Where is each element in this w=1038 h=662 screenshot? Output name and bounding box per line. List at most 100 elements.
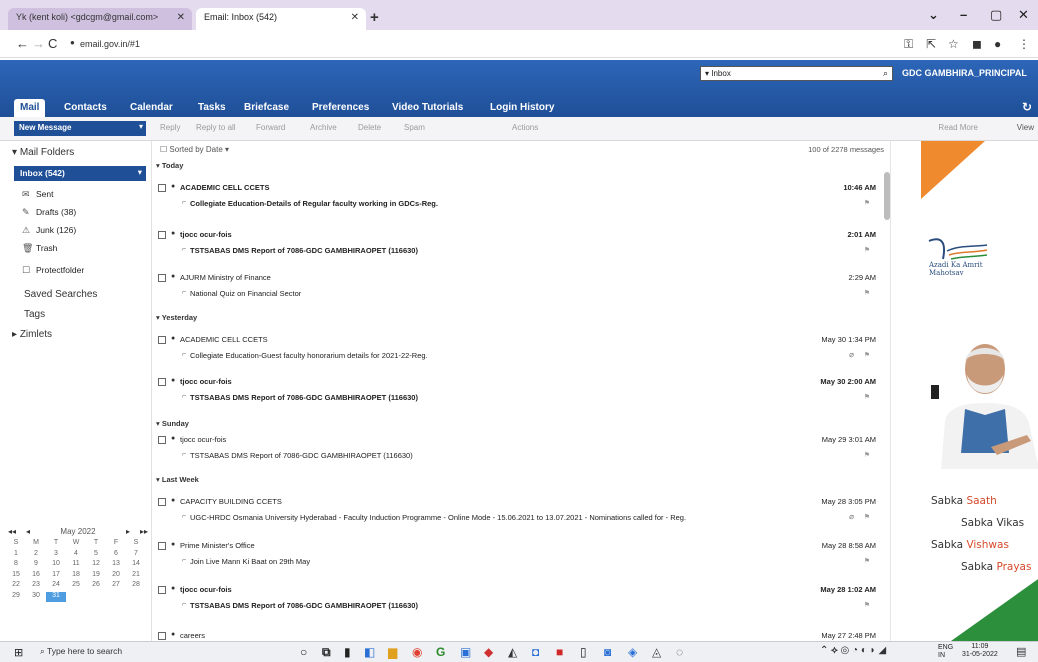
group-header-sunday[interactable]: ▾ Sunday — [156, 419, 189, 428]
calendar-day[interactable]: 20 — [106, 571, 126, 582]
message-row[interactable]: ● tjocc ocur-fois May 29 3:01 AM ⌐ TSTSA… — [156, 435, 882, 479]
calendar-day[interactable]: 28 — [126, 581, 146, 592]
tab-briefcase[interactable]: Briefcase — [238, 99, 295, 117]
back-icon[interactable]: ← — [16, 36, 29, 51]
spam-button[interactable]: Spam — [404, 123, 425, 132]
chevron-down-icon[interactable]: ▾ — [138, 167, 142, 178]
flag-icon[interactable]: ⚑ — [864, 289, 870, 297]
sort-control[interactable]: ☐ Sorted by Date ▾ — [160, 145, 229, 154]
message-row[interactable]: ● Prime Minister's Office May 28 8:58 AM… — [156, 541, 882, 585]
taskbar-search[interactable]: ⌕ Type here to search — [40, 646, 122, 657]
calendar-day[interactable]: 12 — [86, 560, 106, 571]
message-row[interactable]: ● AJURM Ministry of Finance 2:29 AM ⌐ Na… — [156, 273, 882, 317]
browser-menu-icon[interactable]: ⋮ — [1018, 37, 1030, 51]
taskbar-app-icon[interactable]: ▯ — [580, 645, 587, 659]
forward-button[interactable]: Forward — [256, 123, 285, 132]
calendar-day[interactable]: 25 — [66, 581, 86, 592]
message-checkbox[interactable] — [158, 274, 166, 282]
message-row[interactable]: ● tjocc ocur-fois May 30 2:00 AM ⌐ TSTSA… — [156, 377, 882, 421]
calendar-day[interactable]: 7 — [126, 550, 146, 561]
calendar-day[interactable]: 9 — [26, 560, 46, 571]
folder-sent[interactable]: ✉ Sent — [22, 189, 54, 200]
message-checkbox[interactable] — [158, 436, 166, 444]
message-row[interactable]: ● careers May 27 2:48 PM — [156, 631, 882, 641]
calendar-day[interactable]: 18 — [66, 571, 86, 582]
chevron-down-icon[interactable]: ▾ — [139, 122, 143, 131]
message-checkbox[interactable] — [158, 184, 166, 192]
flag-icon[interactable]: ⚑ — [864, 557, 870, 565]
view-button[interactable]: View — [1017, 123, 1034, 132]
taskbar-app-icon[interactable]: ◭ — [508, 645, 517, 659]
group-header-yesterday[interactable]: ▾ Yesterday — [156, 313, 197, 322]
tab-video-tutorials[interactable]: Video Tutorials — [386, 99, 469, 117]
archive-button[interactable]: Archive — [310, 123, 337, 132]
browser-tab-email[interactable]: Email: Inbox (542) ✕ — [196, 8, 366, 30]
taskbar-app-icon[interactable]: ◆ — [484, 645, 493, 659]
share-icon[interactable]: ⇱ — [926, 37, 936, 51]
calendar-day[interactable] — [66, 592, 86, 603]
flag-icon[interactable]: ⚑ — [864, 351, 870, 359]
flag-icon[interactable]: ⚑ — [864, 451, 870, 459]
calendar-day[interactable]: 1 — [6, 550, 26, 561]
flag-icon[interactable]: ⚑ — [864, 199, 870, 207]
calendar-day[interactable] — [106, 592, 126, 603]
taskbar-app-icon[interactable]: ◌ — [676, 645, 683, 659]
mail-folders-header[interactable]: ▾ Mail Folders — [12, 147, 74, 158]
message-checkbox[interactable] — [158, 498, 166, 506]
next-year-icon[interactable]: ▸▸ — [140, 527, 148, 536]
calendar-day[interactable]: 23 — [26, 581, 46, 592]
task-view-icon[interactable]: ⧉ — [322, 645, 331, 660]
calendar-day[interactable]: 29 — [6, 592, 26, 603]
flag-icon[interactable]: ⚑ — [864, 513, 870, 521]
folder-protectfolder[interactable]: ☐ Protectfolder — [22, 265, 84, 276]
windows-start-icon[interactable]: ⊞ — [14, 646, 23, 659]
tab-calendar[interactable]: Calendar — [124, 99, 179, 117]
calendar-day[interactable]: 15 — [6, 571, 26, 582]
profile-icon[interactable]: ● — [994, 37, 1001, 51]
system-tray-icons[interactable]: ⌃ ⟡ ◎ ◔ ◐ ◗ ◢ — [820, 645, 886, 656]
calendar-day[interactable]: 31 — [46, 591, 66, 602]
close-tab-icon[interactable]: ✕ — [351, 12, 359, 23]
calendar-day[interactable]: 26 — [86, 581, 106, 592]
calendar-day[interactable]: 10 — [46, 560, 66, 571]
message-row[interactable]: ● tjocc ocur-fois May 28 1:02 AM ⌐ TSTSA… — [156, 585, 882, 629]
calendar-day[interactable]: 14 — [126, 560, 146, 571]
search-input[interactable]: ▾ Inbox ⌕ — [700, 66, 893, 81]
calendar-day[interactable]: 8 — [6, 560, 26, 571]
message-row[interactable]: ● ACADEMIC CELL CCETS 10:46 AM ⌐ Collegi… — [156, 183, 882, 227]
tab-preferences[interactable]: Preferences — [306, 99, 375, 117]
calendar-day[interactable]: 3 — [46, 550, 66, 561]
minimize-icon[interactable]: – — [960, 7, 967, 22]
url-field[interactable]: ● email.gov.in/#1 — [66, 36, 826, 53]
search-icon[interactable]: ⌕ — [883, 68, 888, 79]
system-clock[interactable]: 11:09 31-05-2022 — [962, 643, 998, 659]
close-tab-icon[interactable]: ✕ — [177, 12, 185, 23]
taskbar-app-icon[interactable]: ◈ — [628, 645, 637, 659]
taskbar-app-icon[interactable]: ▮ — [344, 645, 351, 659]
new-message-button[interactable]: New Message ▾ — [14, 121, 146, 136]
folder-drafts[interactable]: ✎ Drafts (38) — [22, 207, 76, 218]
calendar-day[interactable]: 4 — [66, 550, 86, 561]
maximize-icon[interactable]: ▢ — [990, 7, 1002, 23]
close-window-icon[interactable]: ✕ — [1018, 7, 1029, 23]
group-header-today[interactable]: ▾ Today — [156, 161, 183, 170]
message-checkbox[interactable] — [158, 542, 166, 550]
calendar-day[interactable]: 21 — [126, 571, 146, 582]
next-month-icon[interactable]: ▸ — [126, 527, 130, 536]
tab-mail[interactable]: Mail — [14, 99, 46, 117]
reply-all-button[interactable]: Reply to all — [196, 123, 236, 132]
tab-contacts[interactable]: Contacts — [58, 99, 113, 117]
search-scope-dropdown[interactable]: ▾ — [705, 69, 709, 78]
language-indicator[interactable]: ENG IN — [938, 644, 953, 660]
tab-login-history[interactable]: Login History — [484, 99, 560, 117]
zimlets[interactable]: ▸ Zimlets — [12, 329, 52, 340]
taskbar-app-icon[interactable]: ◬ — [652, 645, 661, 659]
extension-icon[interactable]: ◼ — [972, 37, 982, 51]
prev-month-icon[interactable]: ◂ — [26, 527, 30, 536]
taskbar-app-icon[interactable]: G — [436, 645, 445, 659]
chrome-icon[interactable]: ◉ — [412, 645, 422, 659]
calendar-day[interactable]: 30 — [26, 592, 46, 603]
calendar-day[interactable]: 6 — [106, 550, 126, 561]
forward-icon[interactable]: → — [32, 36, 45, 51]
calendar-day[interactable]: 11 — [66, 560, 86, 571]
